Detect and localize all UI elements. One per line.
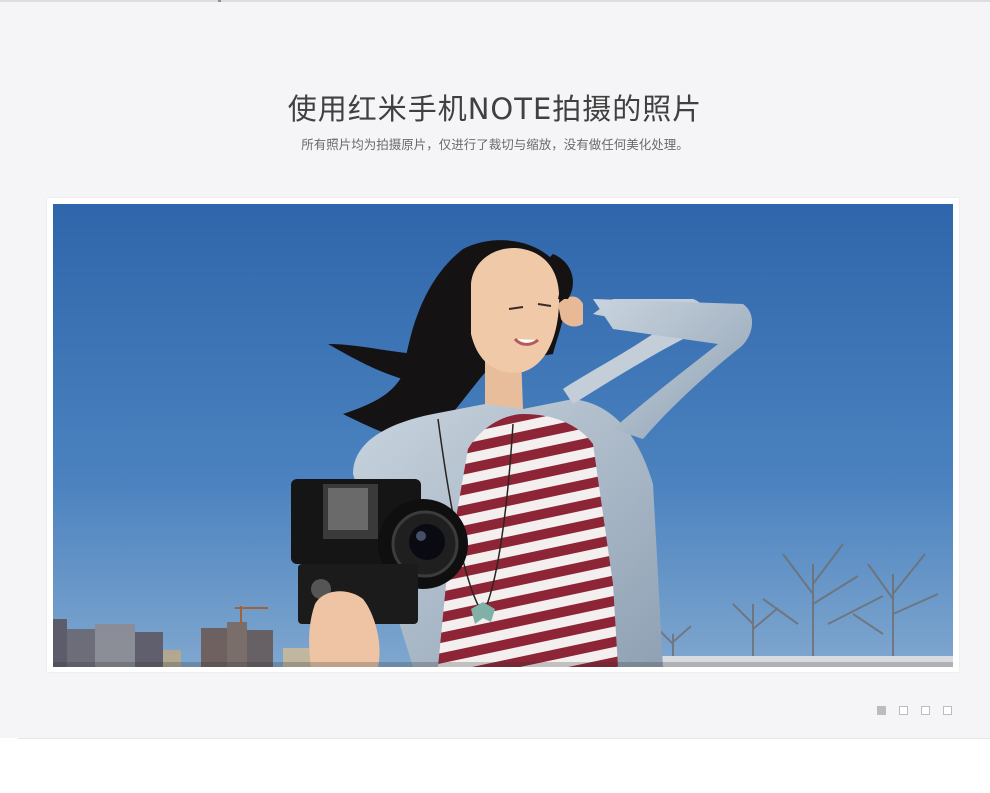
carousel-dot-2[interactable] bbox=[899, 706, 908, 715]
carousel-pager bbox=[877, 706, 952, 715]
section-title: 使用红米手机NOTE拍摄的照片 bbox=[287, 92, 703, 126]
woman-with-camera-photo bbox=[53, 204, 953, 667]
photo-showcase-section: 使用红米手机NOTE拍摄的照片 所有照片均为拍摄原片，仅进行了裁切与缩放，没有做… bbox=[0, 2, 990, 738]
carousel-frame bbox=[47, 198, 959, 672]
carousel-dot-1[interactable] bbox=[877, 706, 886, 715]
section-divider bbox=[18, 738, 990, 739]
carousel-slide-photo[interactable] bbox=[53, 204, 953, 667]
carousel-dot-4[interactable] bbox=[943, 706, 952, 715]
section-subtitle: 所有照片均为拍摄原片，仅进行了裁切与缩放，没有做任何美化处理。 bbox=[301, 137, 689, 152]
carousel-dot-3[interactable] bbox=[921, 706, 930, 715]
